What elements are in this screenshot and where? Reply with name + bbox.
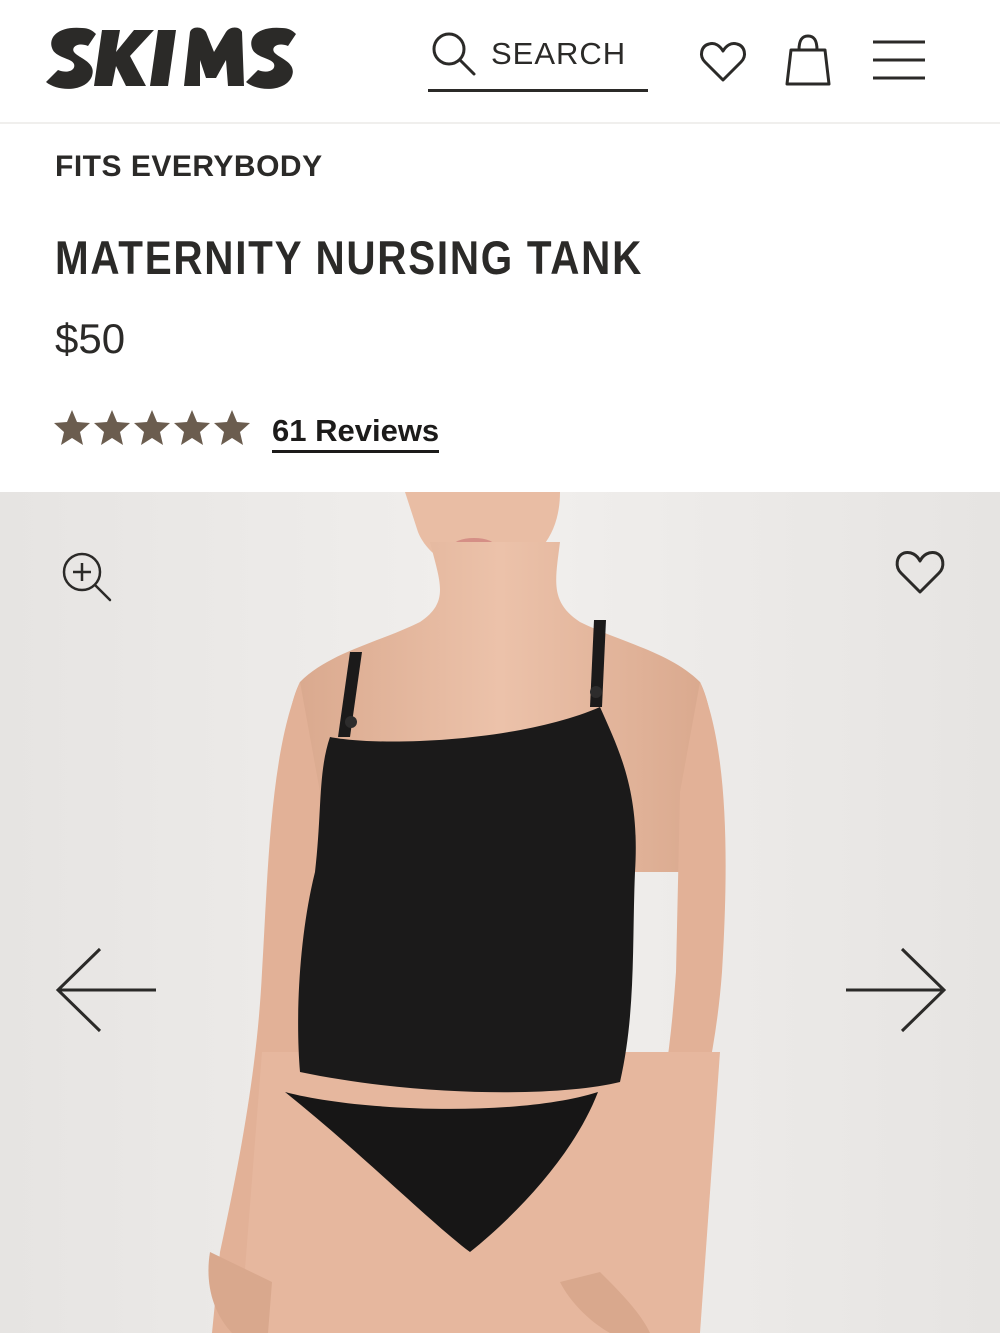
reviews-link[interactable]: 61 Reviews: [272, 412, 440, 453]
product-eyebrow: FITS EVERYBODY: [55, 150, 323, 183]
product-photo: [0, 492, 1000, 1333]
search-field[interactable]: SEARCH: [428, 24, 648, 92]
star-icon: [214, 410, 250, 445]
site-header: SEARCH: [0, 0, 1000, 124]
star-icon: [134, 410, 170, 445]
star-icon: [94, 410, 130, 445]
product-price: $50: [55, 315, 126, 362]
shopping-bag-icon[interactable]: [782, 32, 834, 88]
skims-logo[interactable]: [42, 22, 304, 94]
product-title: MATERNITY NURSING TANK: [55, 231, 643, 284]
star-rating: [52, 406, 252, 454]
zoom-in-icon[interactable]: [58, 548, 116, 606]
arrow-right-icon[interactable]: [840, 945, 950, 1035]
search-label: SEARCH: [491, 36, 627, 71]
search-icon: [432, 32, 476, 76]
brand-logo-graphic: [46, 27, 296, 89]
product-image-gallery[interactable]: [0, 492, 1000, 1333]
heart-icon[interactable]: [697, 36, 749, 88]
arrow-left-icon[interactable]: [52, 945, 162, 1035]
menu-icon[interactable]: [870, 36, 928, 84]
star-icon: [174, 410, 210, 445]
heart-icon[interactable]: [892, 544, 948, 600]
star-icon: [54, 410, 90, 445]
